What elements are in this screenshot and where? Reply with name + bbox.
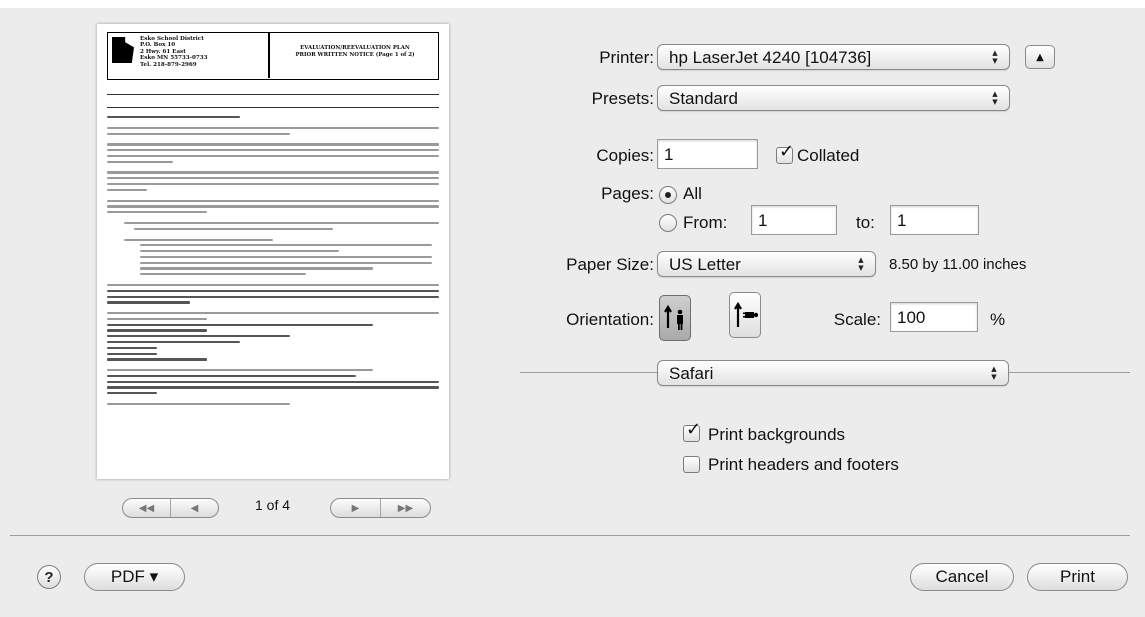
pages-from-radio[interactable] — [659, 214, 677, 232]
section-value: Safari — [669, 364, 714, 383]
print-headers-checkbox[interactable] — [683, 456, 700, 473]
portrait-orientation-button[interactable] — [659, 295, 691, 341]
print-headers-label: Print headers and footers — [708, 455, 899, 474]
printer-value: hp LaserJet 4240 [104736] — [669, 48, 872, 67]
portrait-orientation-icon — [664, 304, 683, 330]
orientation-label: Orientation: — [566, 310, 654, 329]
next-page-icon[interactable]: ▶ — [331, 499, 380, 517]
doc-title: EVALUATION/REEVALUATION PLAN PRIOR WRITT… — [295, 45, 415, 58]
pdf-menu-button[interactable]: PDF ▾ — [84, 563, 185, 591]
paper-size-value: US Letter — [669, 255, 741, 274]
scale-label: Scale: — [833, 310, 881, 329]
print-backgrounds-label: Print backgrounds — [708, 425, 846, 444]
pages-from-field[interactable]: 1 — [751, 205, 837, 235]
doc-header: Esko School District P.O. Box 10 2 Hwy. … — [107, 32, 439, 80]
updown-arrows-icon: ▲ ▼ — [992, 90, 998, 106]
paper-size-dims: 8.50 by 11.00 inches — [889, 256, 1027, 273]
scale-value: 100 — [897, 308, 926, 327]
doc-header-divider — [268, 33, 270, 78]
disclosure-triangle-icon[interactable]: ▲ — [1025, 45, 1055, 69]
printer-label: Printer: — [599, 48, 654, 67]
collated-checkbox[interactable]: ✓ — [776, 141, 794, 164]
help-button[interactable]: ? — [37, 565, 61, 589]
pages-all-radio[interactable] — [659, 186, 677, 204]
previous-page-icon[interactable]: ◀ — [170, 499, 218, 517]
landscape-orientation-button[interactable] — [729, 292, 761, 338]
cancel-button[interactable]: Cancel — [910, 563, 1014, 591]
pages-from-value: 1 — [758, 211, 768, 230]
doc-fields — [107, 84, 439, 110]
first-page-icon[interactable]: ◀◀ — [123, 499, 170, 517]
presets-value: Standard — [669, 89, 738, 108]
doc-school-address: Esko School District P.O. Box 10 2 Hwy. … — [140, 36, 208, 68]
updown-arrows-icon: ▲ ▼ — [858, 256, 864, 272]
landscape-orientation-icon — [734, 301, 759, 327]
section-popup[interactable]: Safari ▲ ▼ — [657, 360, 1009, 386]
pager-back-group: ◀◀ ◀ — [122, 498, 219, 518]
presets-label: Presets: — [591, 89, 654, 108]
pager-forward-group: ▶ ▶▶ — [330, 498, 431, 518]
pages-all-label: All — [683, 184, 702, 203]
collated-label: Collated — [797, 146, 860, 165]
copies-field[interactable]: 1 — [657, 139, 758, 169]
page-preview: Esko School District P.O. Box 10 2 Hwy. … — [97, 24, 449, 479]
last-page-icon[interactable]: ▶▶ — [380, 499, 430, 517]
print-button[interactable]: Print — [1027, 563, 1128, 591]
printer-popup[interactable]: hp LaserJet 4240 [104736] ▲ ▼ — [657, 44, 1010, 70]
copies-value: 1 — [664, 145, 674, 164]
updown-arrows-icon: ▲ ▼ — [992, 49, 998, 65]
pages-from-label: From: — [683, 213, 728, 232]
presets-popup[interactable]: Standard ▲ ▼ — [657, 85, 1010, 111]
state-logo-icon — [112, 37, 134, 63]
doc-field-row — [107, 97, 439, 108]
footer-divider — [10, 535, 1130, 536]
doc-field-row — [107, 84, 439, 95]
paper-size-popup[interactable]: US Letter ▲ ▼ — [657, 251, 876, 277]
window-top-edge — [0, 0, 1145, 8]
scale-unit: % — [990, 310, 1006, 329]
pages-to-value: 1 — [897, 211, 907, 230]
pages-label: Pages: — [601, 184, 654, 203]
copies-label: Copies: — [596, 146, 654, 165]
page-indicator: 1 of 4 — [255, 497, 291, 513]
section-divider-left — [520, 372, 657, 373]
section-divider-right — [1009, 372, 1130, 373]
pages-to-label: to: — [856, 213, 875, 232]
doc-body — [107, 116, 439, 409]
checkmark-icon: ✓ — [779, 141, 795, 162]
pages-to-field[interactable]: 1 — [890, 205, 979, 235]
scale-field[interactable]: 100 — [890, 302, 978, 332]
print-backgrounds-checkbox[interactable]: ✓ — [683, 419, 701, 442]
paper-size-label: Paper Size: — [566, 255, 654, 274]
updown-arrows-icon: ▲ ▼ — [991, 365, 997, 381]
checkmark-icon: ✓ — [686, 419, 702, 440]
